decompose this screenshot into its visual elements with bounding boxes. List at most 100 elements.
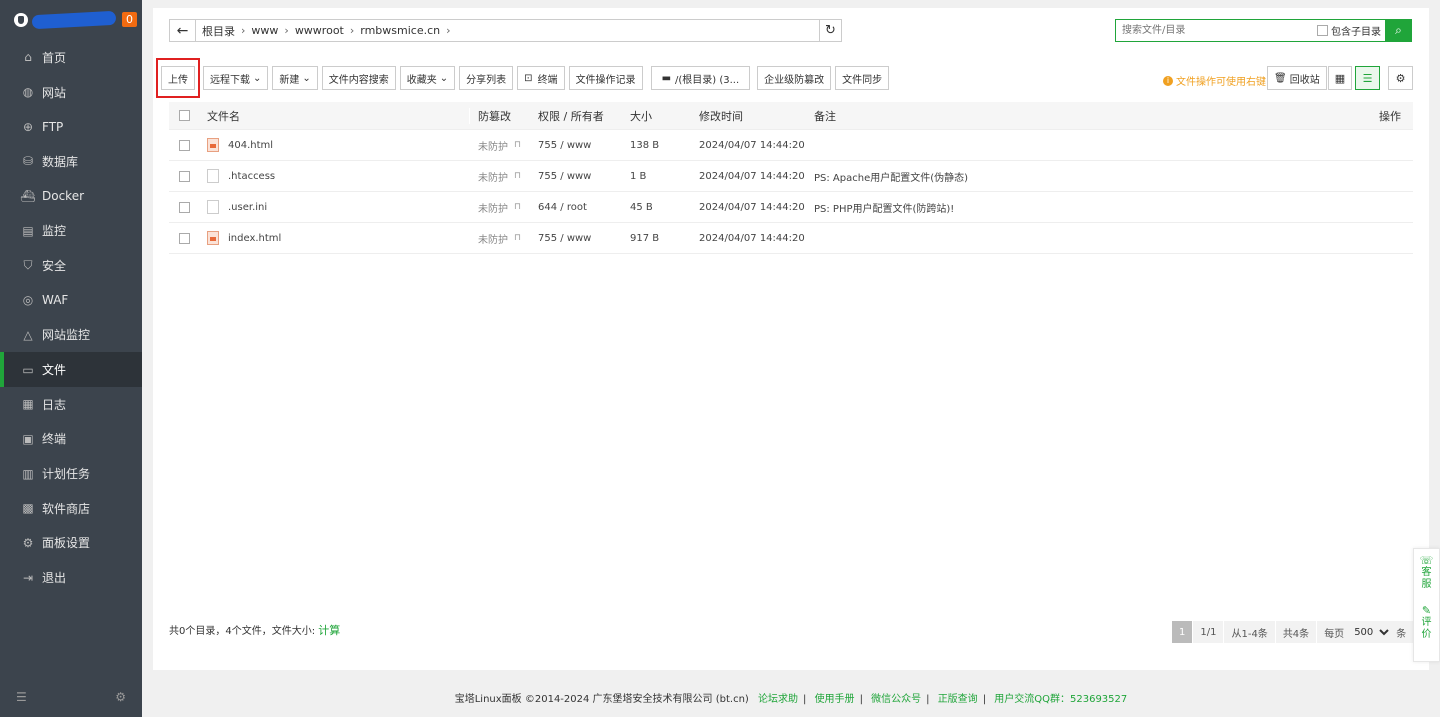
col-name[interactable]: 文件名: [207, 108, 469, 124]
page-current[interactable]: 1: [1172, 621, 1193, 643]
table-settings-button[interactable]: ⚙: [1388, 66, 1413, 90]
file-sync-button[interactable]: 文件同步: [835, 66, 890, 90]
upload-button[interactable]: 上传: [161, 66, 195, 90]
folder-icon: ▭: [22, 362, 34, 377]
sidebar-item-label: 网站监控: [42, 328, 91, 343]
sidebar-item-7[interactable]: ◎ WAF: [0, 283, 142, 318]
settings-gear-icon[interactable]: ⚙: [115, 690, 126, 704]
table-row[interactable]: .user.ini 未防护 ⊓ 644 / root 45 B 2024/04/07 14…: [169, 192, 1413, 223]
sidebar-item-label: WAF: [42, 293, 69, 308]
forum-link[interactable]: 论坛求助: [758, 694, 798, 705]
sidebar-item-8[interactable]: △ 网站监控: [0, 318, 142, 353]
log-icon: ▦: [22, 397, 34, 412]
sidebar-item-label: 监控: [42, 224, 67, 239]
protect-status[interactable]: 未防护: [478, 169, 508, 184]
row-checkbox[interactable]: [179, 170, 190, 182]
file-name[interactable]: 404.html: [228, 140, 273, 151]
file-name[interactable]: .user.ini: [228, 202, 267, 213]
file-note[interactable]: PS: PHP用户配置文件(防跨站)!: [807, 200, 1343, 215]
file-perm[interactable]: 755 / www: [531, 140, 623, 151]
list-view-button[interactable]: ☰: [1355, 66, 1380, 90]
disk-button[interactable]: ▬/(根目录) (3...: [650, 66, 751, 90]
edit-icon: ✎: [1421, 604, 1432, 617]
row-checkbox[interactable]: [179, 139, 190, 151]
per-page-select[interactable]: 500: [1348, 621, 1393, 643]
toolbar: 上传 远程下载 ⌄ 新建 ⌄ 文件内容搜索 收藏夹 ⌄ 分享列表 ⊡ 终端 文件操作记录…: [156, 58, 893, 98]
table-row[interactable]: index.html 未防护 ⊓ 755 / www 917 B 2024/04/07 1…: [169, 223, 1413, 254]
chevron-down-icon: ⌄: [439, 72, 449, 84]
new-button[interactable]: 新建 ⌄: [272, 66, 318, 90]
sidebar-item-0[interactable]: ⌂ 首页: [0, 40, 142, 75]
floating-help-panel: ☏ 客服 ✎ 评价: [1413, 548, 1440, 662]
terminal-button[interactable]: ⊡ 终端: [517, 66, 565, 90]
sidebar-item-10[interactable]: ▦ 日志: [0, 387, 142, 422]
protect-status[interactable]: 未防护: [478, 231, 508, 246]
file-perm[interactable]: 755 / www: [531, 233, 623, 244]
sidebar-item-label: 面板设置: [42, 536, 91, 551]
protect-status[interactable]: 未防护: [478, 138, 508, 153]
include-subdir-label: 包含子目录: [1331, 27, 1381, 38]
page-range: 从1-4条: [1224, 621, 1275, 643]
include-subdir-checkbox[interactable]: 包含子目录: [1317, 23, 1381, 38]
back-button[interactable]: ←: [170, 20, 196, 41]
checkbox[interactable]: [1317, 25, 1328, 36]
table-header: 文件名 防篡改 权限 / 所有者 大小 修改时间 备注 操作: [169, 102, 1413, 130]
search-button[interactable]: ⌕: [1385, 19, 1412, 42]
file-perm[interactable]: 755 / www: [531, 171, 623, 182]
collapse-menu-icon[interactable]: ☰: [16, 690, 27, 704]
sidebar-item-9[interactable]: ▭ 文件: [0, 352, 142, 387]
verify-link[interactable]: 正版查询: [938, 694, 978, 705]
chevron-down-icon: ⌄: [253, 72, 262, 84]
qq-group-link[interactable]: 用户交流QQ群：523693527: [994, 694, 1127, 705]
sidebar-item-14[interactable]: ⚙ 面板设置: [0, 526, 142, 561]
content-search-button[interactable]: 文件内容搜索: [321, 66, 396, 90]
share-list-button[interactable]: 分享列表: [459, 66, 514, 90]
sidebar-item-1[interactable]: ◍ 网站: [0, 75, 142, 110]
remote-download-button[interactable]: 远程下载 ⌄: [203, 66, 269, 90]
refresh-button[interactable]: ↻: [819, 20, 841, 41]
sidebar-item-5[interactable]: ▤ 监控: [0, 213, 142, 248]
sidebar-item-4[interactable]: ⛴ Docker: [0, 179, 142, 214]
file-name[interactable]: .htaccess: [228, 171, 275, 182]
sidebar-item-15[interactable]: ⇥ 退出: [0, 560, 142, 595]
sidebar-item-12[interactable]: ▥ 计划任务: [0, 456, 142, 491]
table-row[interactable]: .htaccess 未防护 ⊓ 755 / www 1 B 2024/04/07 14:4…: [169, 161, 1413, 192]
tamper-button[interactable]: 企业级防篡改: [757, 66, 832, 90]
select-all-checkbox[interactable]: [179, 110, 190, 121]
op-log-button[interactable]: 文件操作记录: [568, 66, 643, 90]
file-mtime: 2024/04/07 14:44:20: [699, 201, 805, 213]
file-perm[interactable]: 644 / root: [531, 202, 623, 213]
col-size[interactable]: 大小: [623, 108, 692, 124]
grid-view-button[interactable]: ▦: [1328, 66, 1352, 90]
row-checkbox[interactable]: [179, 232, 190, 244]
protect-status[interactable]: 未防护: [478, 200, 508, 215]
file-table: 文件名 防篡改 权限 / 所有者 大小 修改时间 备注 操作 404.html 未…: [169, 102, 1413, 254]
row-checkbox[interactable]: [179, 201, 190, 213]
breadcrumb-item[interactable]: 根目录: [196, 23, 241, 39]
file-name[interactable]: index.html: [228, 233, 281, 244]
manual-link[interactable]: 使用手册: [815, 694, 855, 705]
calc-size-link[interactable]: 计算: [318, 624, 340, 637]
breadcrumb-item[interactable]: rmbwsmice.cn: [354, 24, 446, 37]
search-input[interactable]: [1116, 20, 1317, 41]
sidebar-item-6[interactable]: ⛉ 安全: [0, 248, 142, 283]
file-size: 917 B: [630, 232, 660, 244]
sidebar-item-13[interactable]: ▩ 软件商店: [0, 491, 142, 526]
sidebar-item-11[interactable]: ▣ 终端: [0, 422, 142, 457]
wechat-link[interactable]: 微信公众号: [871, 694, 921, 705]
recycle-bin-button[interactable]: 🗑 回收站: [1267, 66, 1327, 90]
col-mtime[interactable]: 修改时间: [692, 108, 807, 124]
breadcrumb-item[interactable]: wwwroot: [289, 24, 350, 37]
sidebar-item-2[interactable]: ⊕ FTP: [0, 109, 142, 144]
sidebar-item-3[interactable]: ⛁ 数据库: [0, 144, 142, 179]
table-row[interactable]: 404.html 未防护 ⊓ 755 / www 138 B 2024/04/07 14:…: [169, 130, 1413, 161]
customer-service-button[interactable]: ☏ 客服: [1414, 549, 1439, 591]
favorites-button[interactable]: 收藏夹 ⌄: [399, 66, 456, 90]
logout-icon: ⇥: [22, 570, 34, 585]
breadcrumb-item[interactable]: www: [245, 24, 284, 37]
file-note[interactable]: PS: Apache用户配置文件(伪静态): [807, 169, 1343, 184]
sidebar-item-label: 软件商店: [42, 501, 91, 516]
page-footer: 宝塔Linux面板 ©2014-2024 广东堡塔安全技术有限公司 (bt.cn…: [454, 694, 1128, 705]
review-button[interactable]: ✎ 评价: [1414, 591, 1439, 641]
notification-badge[interactable]: 0: [122, 12, 137, 27]
